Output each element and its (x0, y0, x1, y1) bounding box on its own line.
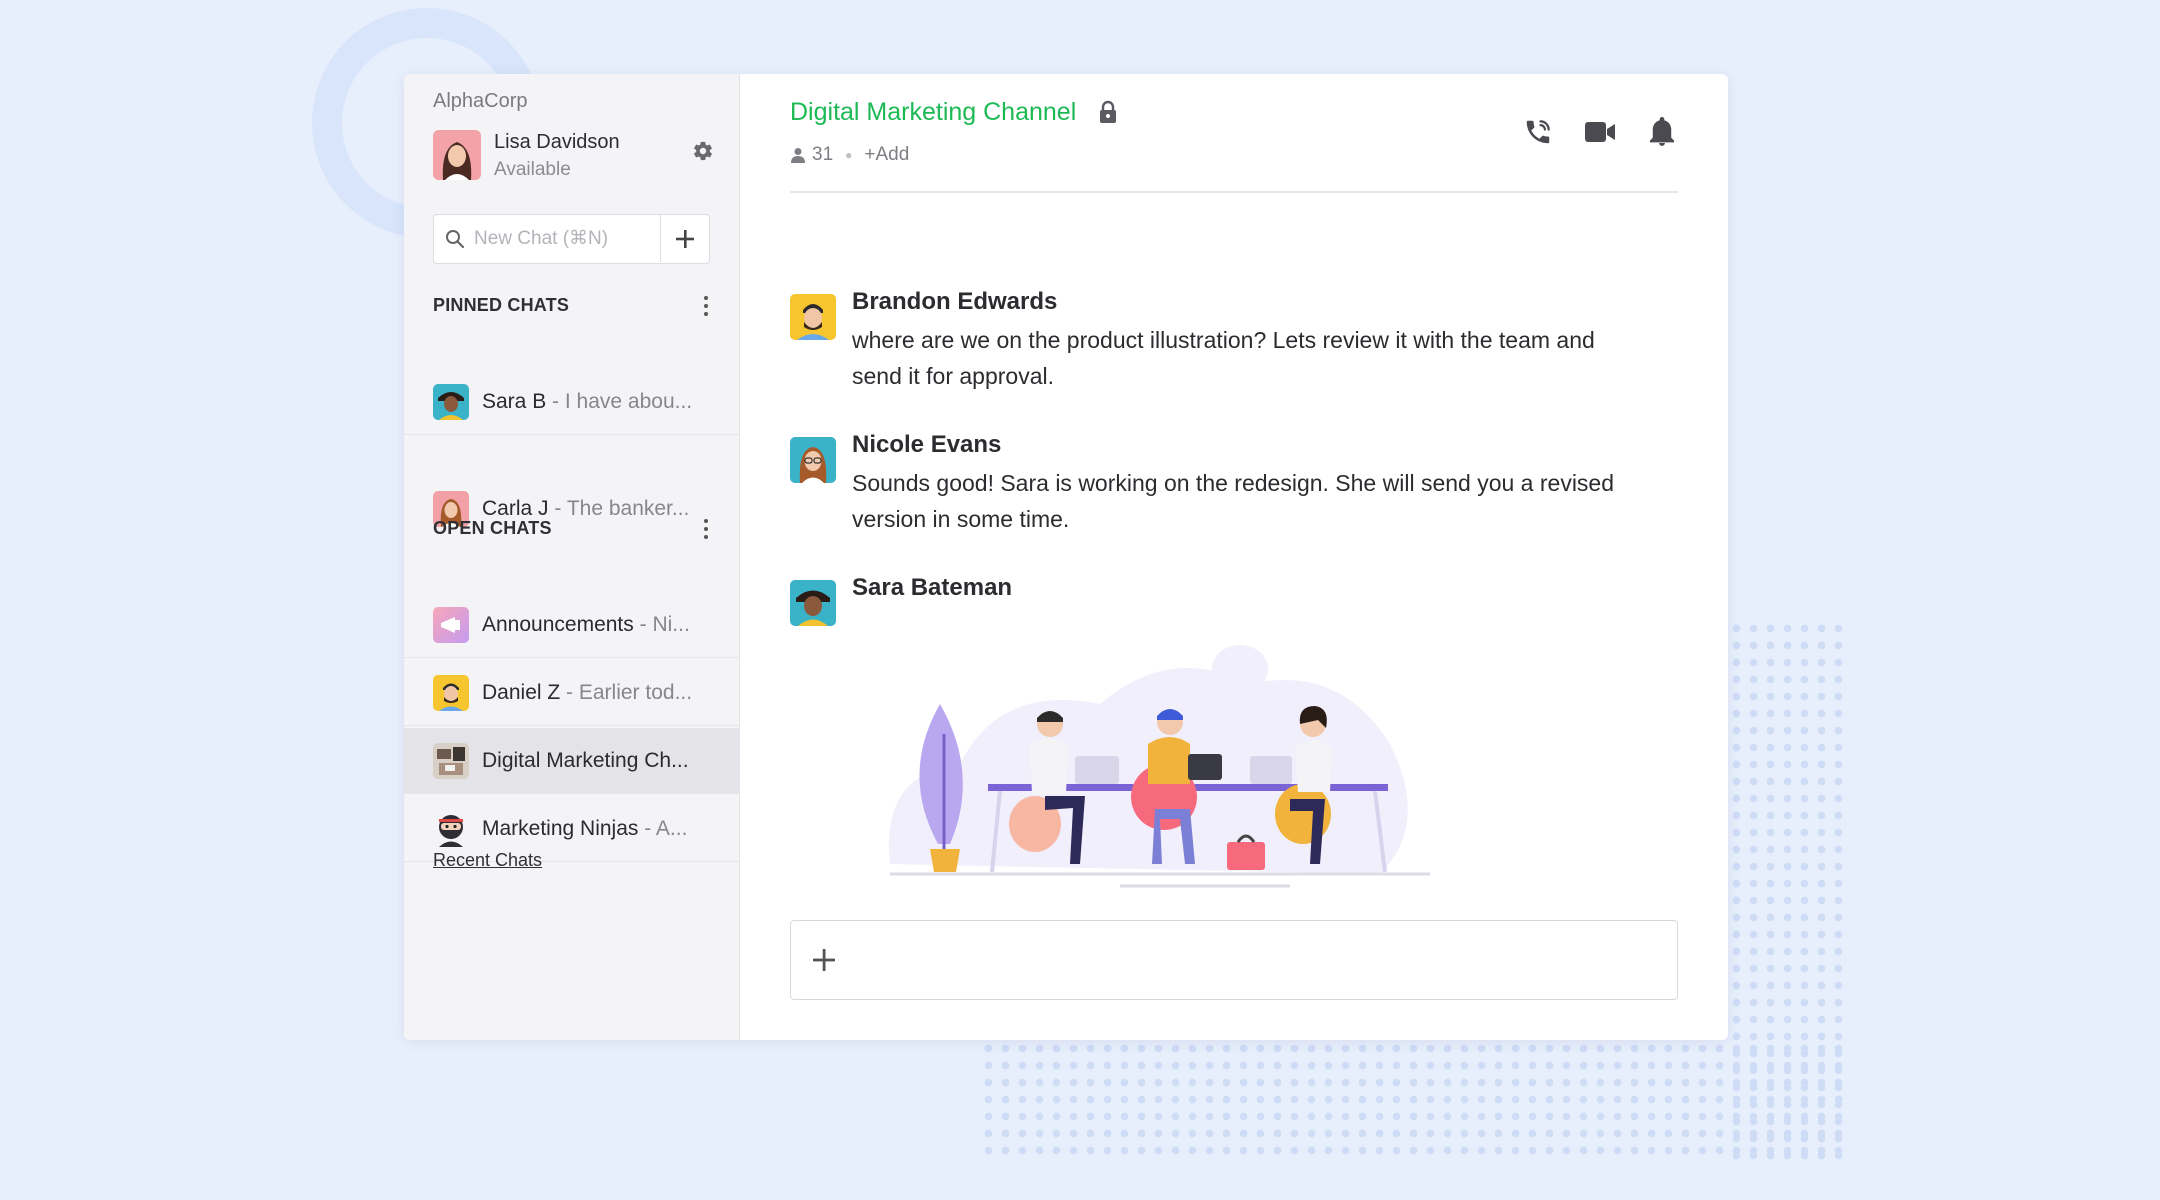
org-name: AlphaCorp (433, 90, 528, 112)
settings-button[interactable] (686, 134, 720, 168)
message: Brandon Edwards where are we on the prod… (790, 288, 1648, 398)
member-count: 31 (812, 144, 834, 165)
header-divider (790, 191, 1678, 193)
message-author: Sara Bateman (852, 574, 1013, 601)
pinned-chat-sara[interactable]: Sara B - I have abou... (404, 369, 740, 435)
chat-name: Sara B (482, 389, 547, 413)
chat-preview: - Ni... (633, 612, 690, 636)
message-text: Sounds good! Sara is working on the rede… (852, 470, 1615, 532)
avatar (433, 383, 469, 420)
chat-preview: - Earlier tod... (560, 680, 693, 704)
open-chat-daniel[interactable]: Daniel Z - Earlier tod... (404, 660, 740, 726)
lock-icon (1098, 100, 1118, 129)
sidebar: AlphaCorp Lisa Davidson Available New Ch… (404, 74, 740, 1040)
message: Nicole Evans Sounds good! Sara is workin… (790, 431, 1648, 541)
message-author: Brandon Edwards (852, 288, 1058, 315)
message-author: Nicole Evans (852, 431, 1002, 458)
open-chats-title: OPEN CHATS (433, 518, 552, 538)
avatar (790, 294, 836, 340)
background-dots-decoration (980, 1040, 1844, 1160)
plus-icon (813, 949, 835, 971)
separator-dot: ● (845, 148, 853, 162)
team-meeting-illustration (888, 645, 1430, 888)
new-chat-add-button[interactable] (660, 215, 709, 262)
message-composer (790, 920, 1678, 1000)
video-camera-icon (1585, 122, 1615, 142)
message: Sara Bateman (790, 574, 1648, 626)
plus-icon (676, 229, 694, 248)
add-member-button[interactable]: +Add (864, 144, 909, 166)
search-icon (434, 229, 472, 249)
open-chat-announcements[interactable]: Announcements - Ni... (404, 592, 740, 658)
channel-title: Digital Marketing Channel (790, 98, 1077, 126)
bell-icon (1649, 117, 1675, 146)
open-chat-digital-marketing[interactable]: Digital Marketing Ch... (404, 728, 740, 794)
message-input[interactable] (861, 935, 1655, 987)
chat-name: Digital Marketing Ch... (482, 748, 689, 772)
new-chat-input[interactable] (472, 227, 651, 251)
user-status: Available (494, 159, 571, 180)
user-name: Lisa Davidson (494, 131, 620, 153)
call-button[interactable] (1522, 116, 1554, 148)
avatar (433, 742, 469, 779)
chat-preview: - The banker... (548, 497, 690, 520)
chat-preview: - I have abou... (546, 389, 693, 413)
member-icon (791, 148, 805, 163)
pinned-chats-menu-button[interactable] (694, 291, 718, 321)
phone-icon (1526, 120, 1550, 144)
chat-name: Announcements (482, 612, 634, 636)
avatar (433, 674, 469, 711)
message-text: where are we on the product illustration… (852, 327, 1595, 389)
open-chats-menu-button[interactable] (694, 514, 718, 544)
chat-preview: - A... (638, 816, 688, 840)
channel-meta: 31 ● +Add (790, 144, 909, 166)
user-avatar[interactable] (433, 130, 481, 180)
attach-button[interactable] (807, 943, 841, 977)
video-call-button[interactable] (1584, 116, 1616, 148)
chat-name: Carla J (482, 497, 549, 520)
pinned-chats-title: PINNED CHATS (433, 295, 570, 315)
chat-name: Daniel Z (482, 680, 561, 704)
notifications-button[interactable] (1646, 116, 1678, 148)
avatar (790, 437, 836, 483)
new-chat-search (433, 214, 710, 264)
recent-chats-link[interactable]: Recent Chats (433, 850, 542, 871)
ninja-icon (433, 810, 469, 847)
header-actions (1522, 116, 1678, 148)
megaphone-icon (433, 606, 469, 643)
chat-window: AlphaCorp Lisa Davidson Available New Ch… (404, 74, 1728, 1040)
avatar (790, 580, 836, 626)
channel-pane: Digital Marketing Channel 31 ● +Add Bran… (740, 74, 1728, 1040)
gear-icon (694, 141, 712, 161)
chat-name: Marketing Ninjas (482, 816, 639, 840)
team-illustration-attachment[interactable] (870, 624, 1430, 899)
